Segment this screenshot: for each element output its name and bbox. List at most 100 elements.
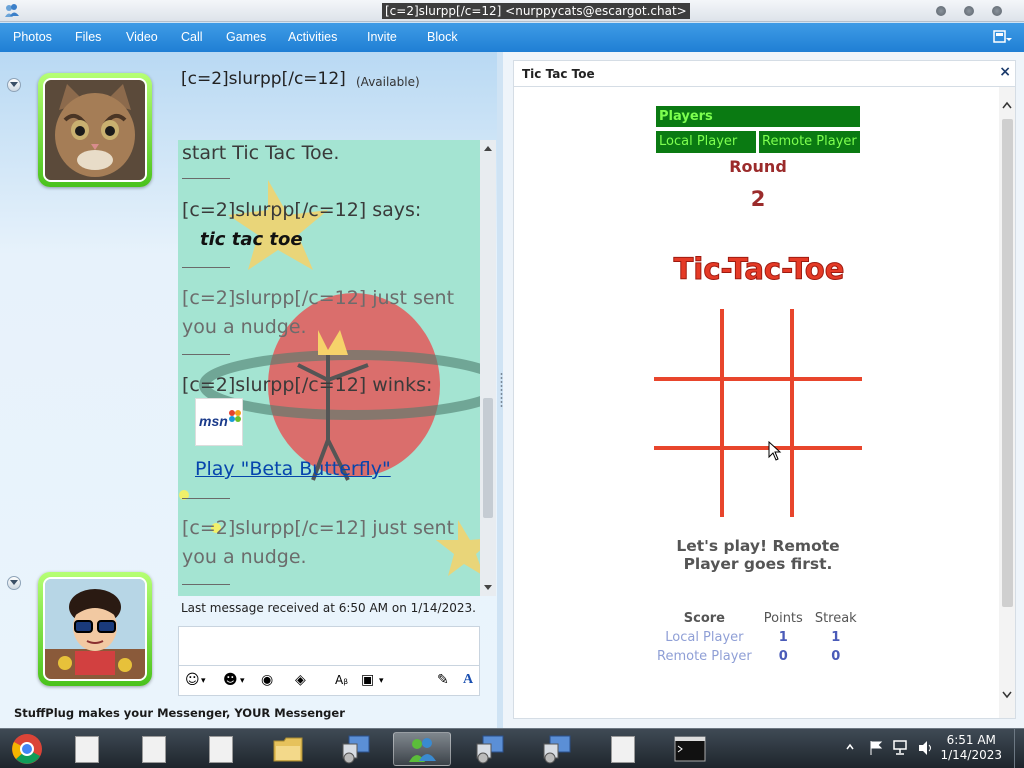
logo-text: Tic-Tac-Toe [674, 252, 845, 286]
streak-header: Streak [814, 611, 857, 626]
collapse-contact-button[interactable] [7, 78, 21, 92]
scroll-down-icon[interactable] [1002, 691, 1012, 699]
terminal-icon [674, 736, 706, 762]
background-icon[interactable]: ▣ [361, 672, 374, 688]
chevron-down-icon[interactable]: ▾ [379, 676, 384, 686]
scrollbar-thumb[interactable] [1002, 119, 1013, 607]
title-bar: [c=2]slurpp[/c=12] <nurppycats@escargot.… [0, 0, 1024, 22]
message-input[interactable] [178, 626, 480, 666]
installer-taskbar-button[interactable] [460, 732, 518, 766]
board-cell[interactable] [652, 307, 720, 377]
message-sender: [c=2]slurpp[/c=12] says: [182, 199, 422, 221]
document-icon [611, 736, 635, 763]
board-cell[interactable] [724, 307, 790, 377]
stuffplug-banner[interactable]: StuffPlug makes your Messenger, YOUR Mes… [14, 706, 345, 720]
terminal-taskbar-button[interactable] [661, 732, 719, 766]
chevron-down-icon[interactable]: ▾ [201, 676, 206, 686]
collapse-self-button[interactable] [7, 576, 21, 590]
tic-tac-toe-logo: Tic-Tac-Toe [673, 252, 845, 287]
game-area: Players Local Player Remote Player Round… [513, 86, 1016, 719]
menu-photos[interactable]: Photos [13, 30, 52, 44]
game-status-message: Let's play! Remote Player goes first. [676, 537, 840, 573]
window-title: [c=2]slurpp[/c=12] <nurppycats@escargot.… [382, 3, 690, 19]
conversation-history: start Tic Tac Toe. [c=2]slurpp[/c=12] sa… [178, 140, 496, 596]
activity-header: Tic Tac Toe × [513, 60, 1016, 86]
spellcheck-icon[interactable]: Aᵦ [335, 673, 348, 687]
menu-activities[interactable]: Activities [288, 30, 337, 44]
local-player-points: 1 [778, 630, 788, 645]
scroll-up-icon[interactable] [1002, 101, 1012, 109]
nudge-notice-cont: you a nudge. [182, 546, 307, 568]
game-scrollbar[interactable] [999, 87, 1015, 718]
menu-video[interactable]: Video [126, 30, 158, 44]
contact-name: [c=2]slurpp[/c=12] [181, 69, 346, 89]
last-message-status: Last message received at 6:50 AM on 1/14… [181, 601, 476, 615]
system-clock[interactable]: 6:51 AM 1/14/2023 [940, 733, 1002, 763]
board-cell[interactable] [794, 381, 864, 446]
game-board[interactable] [652, 307, 864, 519]
installer-icon [476, 735, 504, 764]
show-hidden-icons[interactable] [845, 742, 855, 752]
scroll-up-icon[interactable] [483, 144, 493, 152]
chevron-down-icon[interactable]: ▾ [240, 676, 245, 686]
handwriting-icon[interactable]: ✎ [437, 672, 449, 688]
menu-files[interactable]: Files [75, 30, 101, 44]
font-icon[interactable]: A [463, 672, 473, 688]
document-taskbar-button[interactable] [192, 732, 250, 766]
board-cell[interactable] [652, 381, 720, 446]
volume-icon[interactable] [917, 740, 935, 756]
kitten-picture [45, 80, 145, 180]
contact-avatar[interactable] [38, 73, 152, 187]
wink-sender: [c=2]slurpp[/c=12] winks: [182, 374, 433, 396]
message-toolbar: ☺ ▾ ☻ ▾ ◉ ◈ Aᵦ ▣ ▾ ✎ A [178, 666, 480, 696]
taskbar: 6:51 AM 1/14/2023 [0, 728, 1024, 768]
maximize-button[interactable] [964, 6, 974, 16]
menu-call[interactable]: Call [181, 30, 203, 44]
layout-menu-icon[interactable] [992, 29, 1012, 47]
minimize-button[interactable] [936, 6, 946, 16]
document-taskbar-button[interactable] [125, 732, 183, 766]
emoticon-icon[interactable]: ☺ [185, 672, 200, 688]
network-icon[interactable] [892, 740, 910, 756]
self-avatar[interactable] [38, 572, 152, 686]
msn-butterfly-icon [229, 410, 241, 422]
board-cell[interactable] [794, 450, 864, 519]
nudge-icon[interactable]: ◈ [295, 672, 306, 688]
installer-taskbar-button[interactable] [326, 732, 384, 766]
board-cell[interactable] [652, 450, 720, 519]
scroll-down-icon[interactable] [483, 584, 493, 592]
nudge-notice: [c=2]slurpp[/c=12] just sent [182, 517, 455, 539]
activity-pane: Tic Tac Toe × Players Local Player Remot… [503, 52, 1024, 728]
document-taskbar-button[interactable] [594, 732, 652, 766]
messenger-buddy-icon [409, 738, 436, 762]
messenger-buddy-icon [5, 4, 19, 17]
close-activity-button[interactable]: × [999, 64, 1011, 80]
remote-player-button[interactable]: Remote Player [759, 131, 860, 153]
board-cell[interactable] [724, 381, 790, 446]
installer-icon [543, 735, 571, 764]
menu-block[interactable]: Block [427, 30, 458, 44]
menu-games[interactable]: Games [226, 30, 266, 44]
chevron-down-icon [10, 580, 18, 585]
msn-wink-icon[interactable]: msn [195, 398, 243, 446]
installer-taskbar-button[interactable] [527, 732, 585, 766]
voice-clip-icon[interactable]: ◉ [261, 672, 273, 688]
menu-invite[interactable]: Invite [367, 30, 397, 44]
wink-icon[interactable]: ☻ [223, 672, 238, 688]
chrome-taskbar-button[interactable] [0, 732, 54, 766]
conversation-scrollbar[interactable] [480, 140, 496, 596]
show-desktop-button[interactable] [1014, 729, 1024, 768]
document-taskbar-button[interactable] [58, 732, 116, 766]
scrollbar-thumb[interactable] [483, 398, 493, 518]
play-wink-link[interactable]: Play "Beta Butterfly" [195, 458, 391, 480]
messenger-taskbar-button[interactable] [393, 732, 451, 766]
board-cell[interactable] [794, 307, 864, 377]
local-player-button[interactable]: Local Player [656, 131, 756, 153]
chevron-down-icon [10, 82, 18, 87]
remote-player-streak: 0 [831, 649, 841, 664]
close-window-button[interactable] [992, 6, 1002, 16]
explorer-taskbar-button[interactable] [259, 732, 317, 766]
action-center-flag-icon[interactable] [868, 740, 884, 756]
message-separator [182, 267, 230, 268]
message-separator [182, 584, 230, 585]
